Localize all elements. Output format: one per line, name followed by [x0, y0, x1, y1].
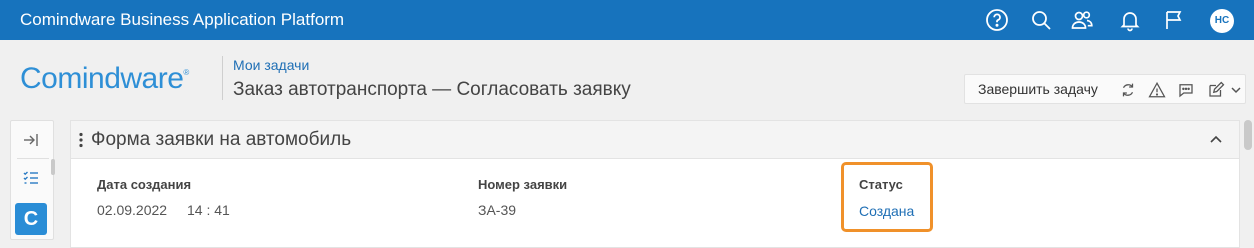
app-title: Comindware Business Application Platform — [20, 10, 345, 29]
breadcrumb-my-tasks[interactable]: Мои задачи — [233, 57, 309, 73]
status-label: Статус — [859, 177, 903, 192]
toolbar-separator — [17, 158, 49, 159]
help-icon[interactable] — [985, 8, 1009, 32]
bell-icon[interactable] — [1118, 8, 1142, 32]
app-c-icon[interactable]: C — [15, 203, 47, 235]
left-toolbar: C — [10, 120, 55, 240]
warning-icon[interactable] — [1148, 81, 1166, 99]
header-divider — [222, 56, 223, 100]
toolbar-scrollbar[interactable] — [51, 159, 55, 175]
comindware-logo[interactable]: Comindware® — [20, 62, 189, 96]
panel-title: Форма заявки на автомобиль — [91, 129, 352, 150]
task-actions-toolbar: Завершить задачу — [964, 74, 1246, 104]
user-avatar[interactable]: НС — [1210, 9, 1234, 33]
request-form-panel: Форма заявки на автомобиль Дата создания… — [70, 120, 1240, 248]
status-value-link[interactable]: Создана — [859, 203, 914, 219]
refresh-icon[interactable] — [1119, 81, 1137, 99]
page-scrollbar[interactable] — [1244, 120, 1252, 150]
page-title: Заказ автотранспорта — Согласовать заявк… — [233, 79, 631, 100]
chevron-up-icon[interactable] — [1207, 131, 1225, 149]
chevron-down-icon[interactable] — [1227, 81, 1241, 99]
top-bar: Comindware Business Application Platform… — [0, 0, 1254, 40]
created-time-value: 14 : 41 — [187, 202, 230, 218]
request-number-value: ЗА-39 — [478, 202, 517, 218]
users-icon[interactable] — [1070, 8, 1094, 32]
flag-icon[interactable] — [1162, 8, 1186, 32]
created-date-value: 02.09.2022 — [97, 202, 168, 218]
request-number-label: Номер заявки — [478, 177, 568, 192]
edit-icon[interactable] — [1207, 81, 1225, 99]
created-date-label: Дата создания — [97, 177, 192, 192]
status-highlight — [841, 162, 933, 232]
finish-task-button[interactable]: Завершить задачу — [978, 81, 1098, 97]
drag-handle-icon[interactable] — [79, 132, 83, 148]
comment-icon[interactable] — [1177, 81, 1195, 99]
collapse-panel-icon[interactable] — [21, 130, 41, 150]
panel-header[interactable]: Форма заявки на автомобиль — [71, 121, 1239, 159]
search-icon[interactable] — [1029, 8, 1053, 32]
task-list-icon[interactable] — [21, 168, 41, 188]
